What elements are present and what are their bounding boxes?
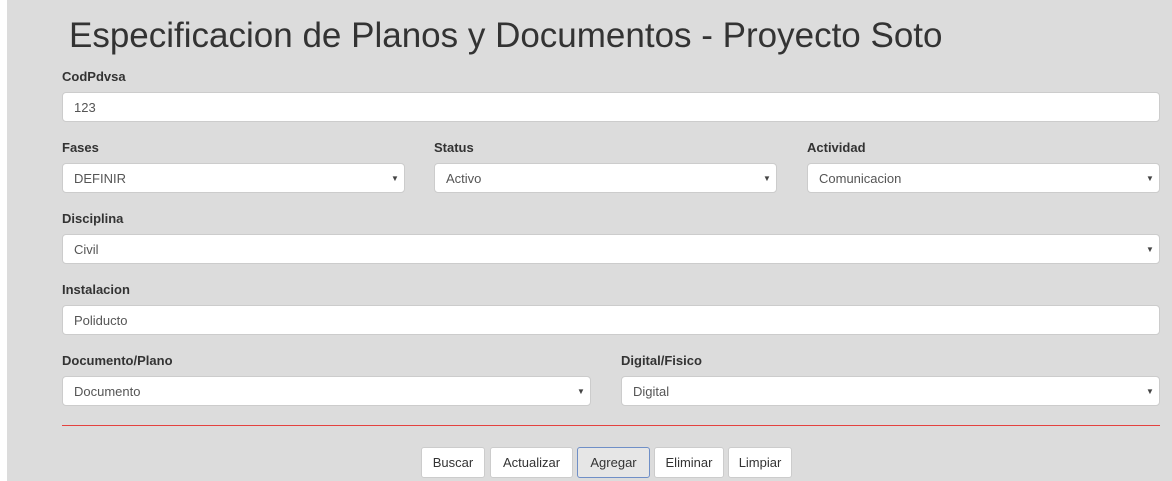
form-panel: Especificacion de Planos y Documentos - …	[7, 0, 1172, 481]
actualizar-button[interactable]: Actualizar	[490, 447, 573, 478]
fases-label: Fases	[62, 140, 99, 155]
actividad-selected-value: Comunicacion	[819, 170, 902, 186]
chevron-down-icon: ▼	[577, 386, 585, 396]
agregar-button[interactable]: Agregar	[577, 447, 650, 478]
actividad-label: Actividad	[807, 140, 866, 155]
documento-plano-select[interactable]: Documento ▼	[62, 376, 591, 406]
eliminar-button[interactable]: Eliminar	[654, 447, 724, 478]
codpdvsa-value: 123	[74, 99, 96, 115]
instalacion-value: Poliducto	[74, 312, 128, 328]
buscar-button[interactable]: Buscar	[421, 447, 485, 478]
digital-fisico-label: Digital/Fisico	[621, 353, 702, 368]
status-selected-value: Activo	[446, 170, 482, 186]
limpiar-button[interactable]: Limpiar	[728, 447, 792, 478]
chevron-down-icon: ▼	[391, 173, 399, 183]
page-title: Especificacion de Planos y Documentos - …	[69, 16, 943, 55]
fases-select[interactable]: DEFINIR ▼	[62, 163, 405, 193]
disciplina-label: Disciplina	[62, 211, 124, 226]
chevron-down-icon: ▼	[1146, 386, 1154, 396]
chevron-down-icon: ▼	[1146, 244, 1154, 254]
digital-fisico-select[interactable]: Digital ▼	[621, 376, 1160, 406]
form-divider	[62, 425, 1160, 426]
instalacion-input[interactable]: Poliducto	[62, 305, 1160, 335]
disciplina-selected-value: Civil	[74, 241, 99, 257]
disciplina-select[interactable]: Civil ▼	[62, 234, 1160, 264]
documento-plano-label: Documento/Plano	[62, 353, 173, 368]
codpdvsa-label: CodPdvsa	[62, 69, 126, 84]
documento-plano-selected-value: Documento	[74, 383, 141, 399]
codpdvsa-input[interactable]: 123	[62, 92, 1160, 122]
fases-selected-value: DEFINIR	[74, 170, 126, 186]
chevron-down-icon: ▼	[763, 173, 771, 183]
instalacion-label: Instalacion	[62, 282, 130, 297]
digital-fisico-selected-value: Digital	[633, 383, 670, 399]
status-label: Status	[434, 140, 474, 155]
actividad-select[interactable]: Comunicacion ▼	[807, 163, 1160, 193]
status-select[interactable]: Activo ▼	[434, 163, 777, 193]
chevron-down-icon: ▼	[1146, 173, 1154, 183]
